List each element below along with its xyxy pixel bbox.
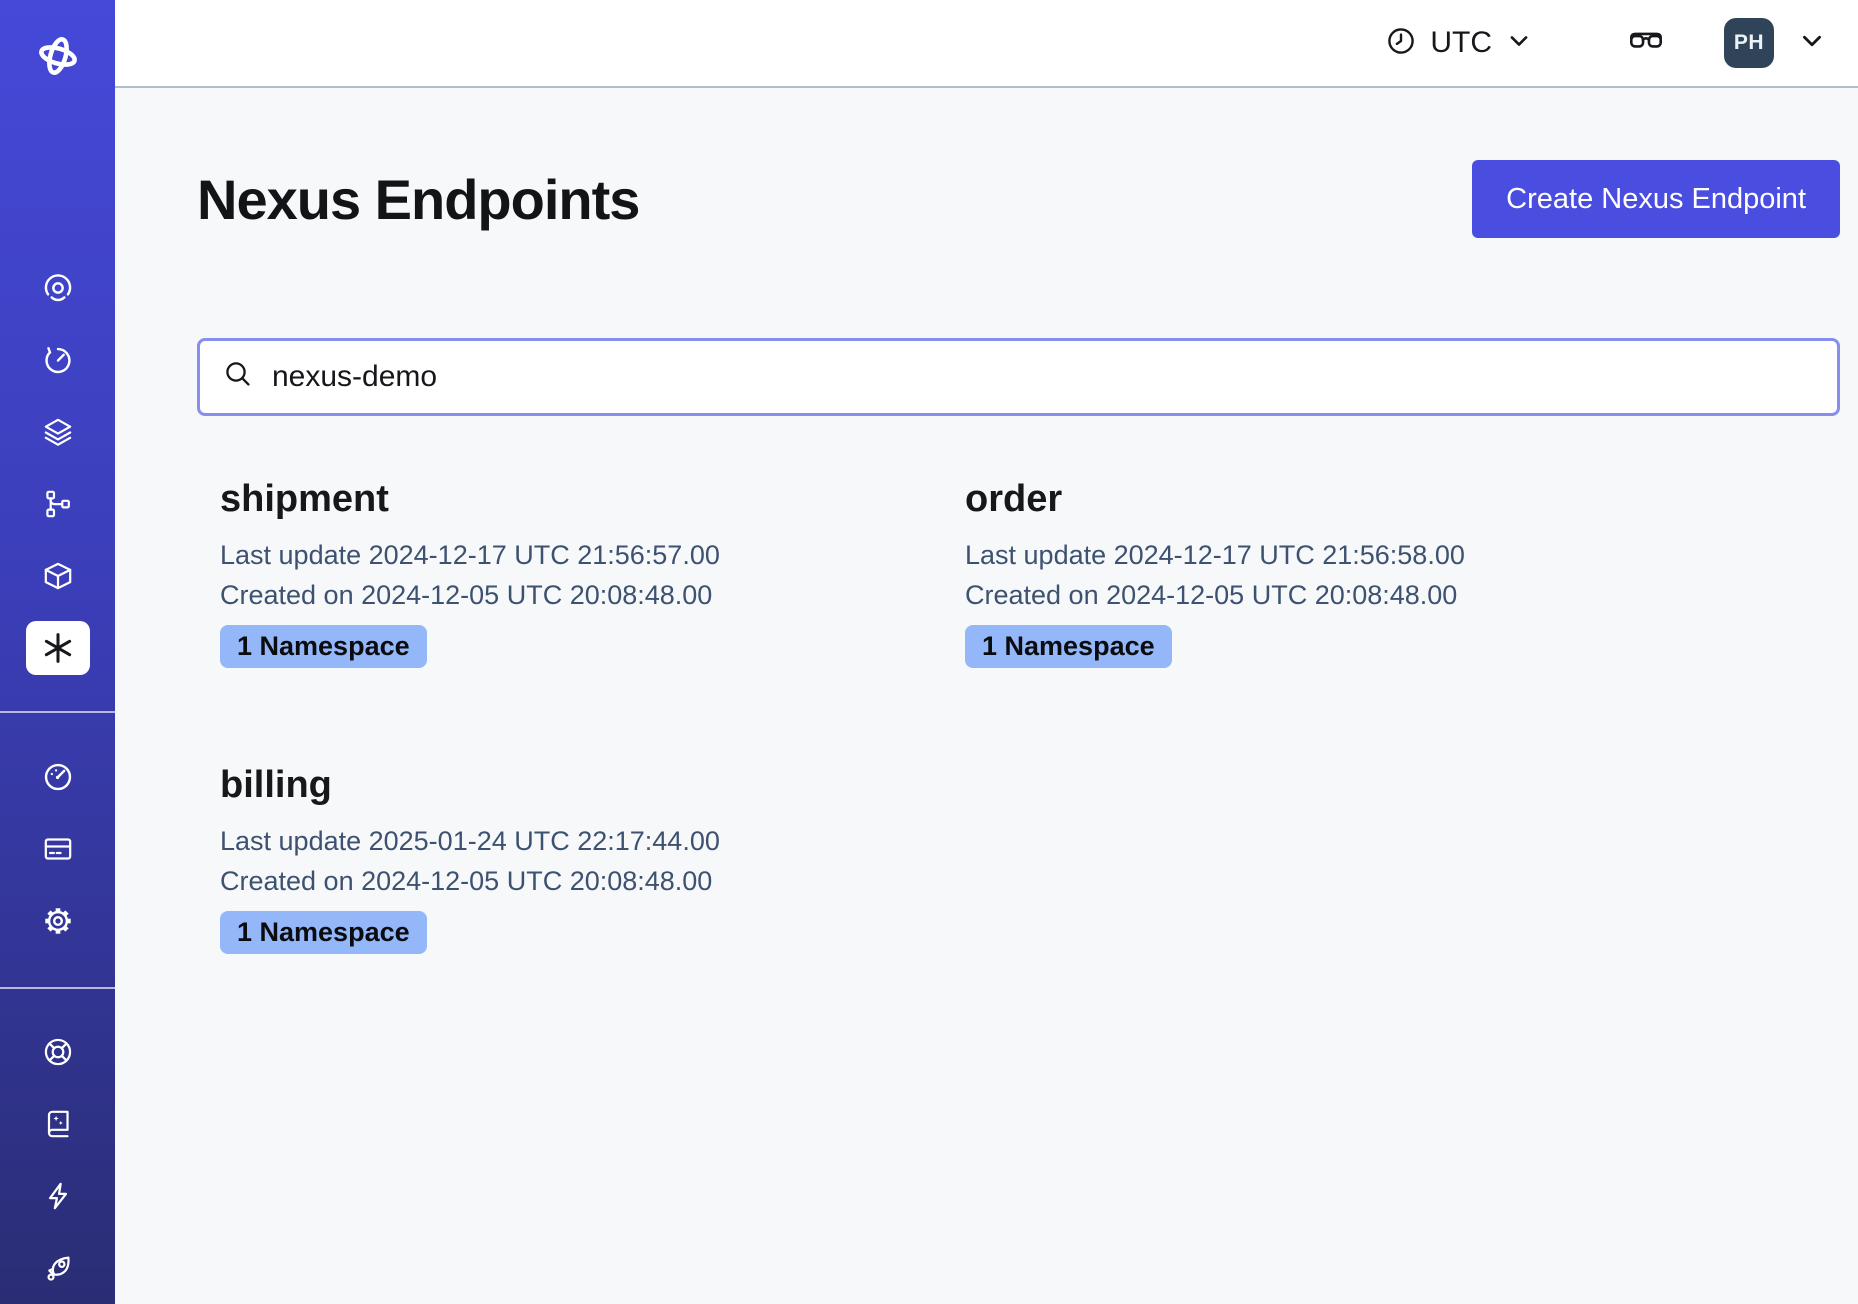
- namespace-badge: 1 Namespace: [220, 625, 427, 668]
- namespaces-icon: [40, 414, 76, 450]
- sidebar-item-settings[interactable]: [0, 885, 115, 957]
- main-content: Nexus Endpoints Create Nexus Endpoint sh…: [115, 88, 1858, 1304]
- chevron-down-icon: [1504, 26, 1534, 61]
- active-item-highlight: [26, 621, 90, 675]
- billing-icon: [40, 831, 76, 867]
- topbar: UTC PH: [115, 0, 1858, 88]
- endpoint-last-update: Last update 2024-12-17 UTC 21:56:58.00: [965, 535, 1840, 575]
- endpoint-last-update: Last update 2024-12-17 UTC 21:56:57.00: [220, 535, 942, 575]
- sidebar-item-batch-operations[interactable]: [0, 468, 115, 540]
- user-menu-toggle[interactable]: [1796, 25, 1828, 62]
- support-icon: [40, 1034, 76, 1070]
- schedules-icon: [40, 342, 76, 378]
- search-input[interactable]: [272, 360, 1815, 394]
- timezone-label: UTC: [1430, 26, 1492, 60]
- sidebar-divider: [0, 711, 115, 713]
- chevron-down-icon: [1796, 25, 1828, 62]
- sidebar-item-getting-started[interactable]: [0, 1232, 115, 1304]
- sidebar-divider: [0, 987, 115, 989]
- endpoint-card-grid: shipment Last update 2024-12-17 UTC 21:5…: [197, 478, 1840, 954]
- namespace-badge: 1 Namespace: [965, 625, 1172, 668]
- sidebar-item-billing[interactable]: [0, 813, 115, 885]
- search-icon: [222, 358, 256, 397]
- avatar[interactable]: PH: [1724, 18, 1774, 68]
- sidebar: [0, 0, 115, 1304]
- deployments-icon: [40, 558, 76, 594]
- settings-icon: [40, 903, 76, 939]
- endpoint-name: order: [965, 478, 1840, 521]
- glasses-icon: [1626, 21, 1666, 66]
- endpoint-search[interactable]: [197, 338, 1840, 416]
- workflows-icon: [40, 270, 76, 306]
- sidebar-item-namespaces[interactable]: [0, 396, 115, 468]
- getting-started-icon: [40, 1250, 76, 1286]
- endpoint-card[interactable]: shipment Last update 2024-12-17 UTC 21:5…: [197, 478, 942, 668]
- sidebar-item-quickstart[interactable]: [0, 1160, 115, 1232]
- sidebar-item-schedules[interactable]: [0, 324, 115, 396]
- batch-operations-icon: [40, 486, 76, 522]
- usage-icon: [40, 759, 76, 795]
- endpoint-created-on: Created on 2024-12-05 UTC 20:08:48.00: [220, 861, 942, 901]
- create-nexus-endpoint-button[interactable]: Create Nexus Endpoint: [1472, 160, 1840, 238]
- glasses-toggle[interactable]: [1626, 21, 1666, 66]
- endpoint-created-on: Created on 2024-12-05 UTC 20:08:48.00: [220, 575, 942, 615]
- sidebar-item-docs[interactable]: [0, 1088, 115, 1160]
- endpoint-last-update: Last update 2025-01-24 UTC 22:17:44.00: [220, 821, 942, 861]
- endpoint-card[interactable]: order Last update 2024-12-17 UTC 21:56:5…: [942, 478, 1840, 668]
- timezone-selector[interactable]: UTC: [1384, 24, 1534, 63]
- nexus-icon: [39, 629, 77, 667]
- endpoint-card[interactable]: billing Last update 2025-01-24 UTC 22:17…: [197, 764, 942, 954]
- sidebar-item-deployments[interactable]: [0, 540, 115, 612]
- endpoint-name: shipment: [220, 478, 942, 521]
- sidebar-item-usage[interactable]: [0, 741, 115, 813]
- page-title: Nexus Endpoints: [197, 167, 639, 232]
- quickstart-icon: [40, 1178, 76, 1214]
- namespace-badge: 1 Namespace: [220, 911, 427, 954]
- clock-icon: [1384, 24, 1418, 63]
- docs-icon: [40, 1106, 76, 1142]
- temporal-logo[interactable]: [33, 28, 83, 84]
- endpoint-created-on: Created on 2024-12-05 UTC 20:08:48.00: [965, 575, 1840, 615]
- sidebar-item-workflows[interactable]: [0, 252, 115, 324]
- sidebar-item-nexus[interactable]: [0, 612, 115, 684]
- endpoint-name: billing: [220, 764, 942, 807]
- sidebar-item-support[interactable]: [0, 1016, 115, 1088]
- app-window: UTC PH: [0, 0, 1858, 1304]
